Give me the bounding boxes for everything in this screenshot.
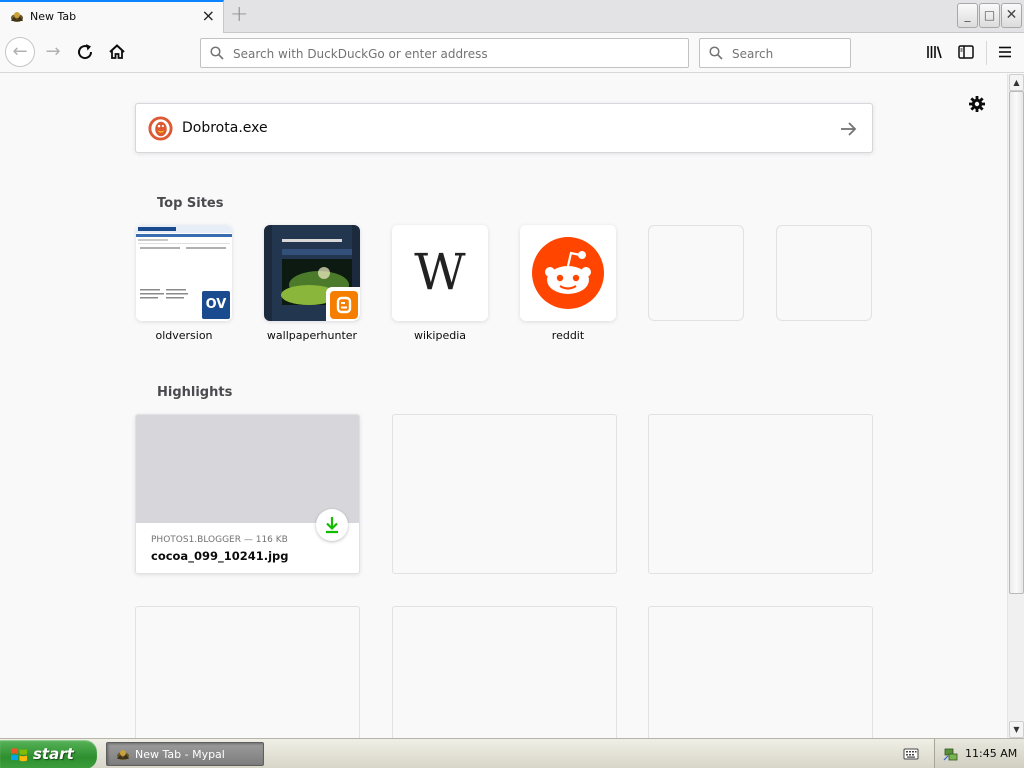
keyboard-icon[interactable]	[903, 747, 919, 761]
top-site-label: oldversion	[155, 329, 213, 342]
top-site-thumbnail	[520, 225, 616, 321]
close-window-button[interactable]: ✕	[1001, 3, 1022, 28]
top-site-thumbnail	[264, 225, 360, 321]
top-site-empty-slot	[776, 225, 872, 329]
oldversion-badge: OV	[200, 289, 232, 321]
toolbar-divider	[986, 41, 987, 65]
mypal-icon	[11, 12, 23, 22]
highlight-empty-slot	[135, 606, 360, 738]
wikipedia-logo: W	[414, 243, 466, 301]
highlights-heading: Highlights	[157, 385, 233, 400]
mypal-icon	[117, 750, 129, 760]
tab-title: New Tab	[30, 10, 77, 23]
windows-taskbar: start New Tab - Mypal 11:45 AM	[0, 738, 1024, 768]
taskbar-item-label: New Tab - Mypal	[135, 748, 225, 761]
library-icon[interactable]	[925, 43, 943, 61]
tab-strip: New Tab × + _ □ ✕	[0, 0, 1024, 33]
maximize-button[interactable]: □	[979, 3, 1000, 28]
highlight-empty-slot	[392, 606, 617, 738]
top-site-wikipedia[interactable]: W wikipedia	[392, 225, 488, 342]
highlight-empty-slot	[648, 414, 873, 574]
hamburger-menu-icon[interactable]	[996, 43, 1014, 61]
top-site-oldversion[interactable]: OV oldversion	[136, 225, 232, 342]
top-site-label: wallpaperhunter	[266, 329, 358, 342]
top-site-label: reddit	[551, 329, 585, 342]
top-site-label: wikipedia	[413, 329, 466, 342]
newtab-search-value: Dobrota.exe	[182, 120, 268, 136]
home-icon[interactable]	[102, 37, 132, 67]
top-site-wallpaperhunter[interactable]: wallpaperhunter	[264, 225, 360, 342]
search-bar[interactable]: Search	[699, 38, 851, 68]
top-site-placeholder	[648, 225, 744, 321]
new-tab-button[interactable]: +	[230, 3, 248, 27]
navigation-toolbar: ← → Search with DuckDuckGo or enter addr…	[0, 33, 1024, 73]
top-site-empty-slot	[648, 225, 744, 329]
start-label: start	[33, 745, 74, 763]
forward-button[interactable]: →	[38, 37, 68, 67]
minimize-button[interactable]: _	[957, 3, 978, 28]
windows-logo-icon	[11, 748, 27, 762]
highlight-image-placeholder	[136, 415, 359, 523]
newtab-search-box[interactable]: Dobrota.exe	[135, 103, 873, 153]
top-site-thumbnail: W	[392, 225, 488, 321]
duckduckgo-icon	[148, 116, 173, 141]
blogger-icon	[330, 291, 358, 319]
tab-close-icon[interactable]: ×	[202, 7, 215, 25]
highlight-meta: PHOTOS1.BLOGGER — 116 KB	[151, 535, 288, 545]
download-icon	[326, 517, 338, 534]
sidebar-icon[interactable]	[957, 43, 975, 61]
top-site-reddit[interactable]: reddit	[520, 225, 616, 342]
reddit-icon	[532, 237, 604, 309]
url-bar-placeholder: Search with DuckDuckGo or enter address	[233, 47, 488, 61]
search-icon	[210, 46, 224, 60]
back-button[interactable]: ←	[5, 37, 35, 67]
scroll-up-button[interactable]: ▲	[1009, 74, 1024, 91]
clock: 11:45 AM	[965, 747, 1018, 760]
system-tray: 11:45 AM	[934, 739, 1024, 768]
highlight-empty-slot	[648, 606, 873, 738]
top-sites-heading: Top Sites	[157, 196, 224, 211]
url-bar[interactable]: Search with DuckDuckGo or enter address	[200, 38, 689, 68]
vertical-scrollbar[interactable]: ▲ ▼	[1007, 74, 1024, 738]
highlight-title: cocoa_099_10241.jpg	[151, 549, 289, 563]
top-site-placeholder	[776, 225, 872, 321]
reload-icon[interactable]	[70, 37, 100, 67]
tab-new-tab[interactable]: New Tab ×	[0, 0, 224, 33]
new-tab-page: Dobrota.exe Top Sites OV oldversion wall…	[0, 74, 1007, 738]
download-badge	[316, 509, 348, 541]
start-button[interactable]: start	[0, 740, 97, 768]
scroll-down-button[interactable]: ▼	[1009, 721, 1024, 738]
window-controls: _ □ ✕	[957, 3, 1022, 28]
highlight-card[interactable]: PHOTOS1.BLOGGER — 116 KB cocoa_099_10241…	[135, 414, 360, 574]
highlight-empty-slot	[392, 414, 617, 574]
top-site-thumbnail: OV	[136, 225, 232, 321]
taskbar-item-mypal[interactable]: New Tab - Mypal	[106, 742, 264, 766]
scrollbar-thumb[interactable]	[1009, 91, 1024, 594]
arrow-right-icon[interactable]	[838, 119, 858, 139]
gear-icon[interactable]	[967, 94, 987, 114]
search-icon	[709, 46, 723, 60]
network-icon[interactable]	[943, 746, 959, 762]
search-bar-placeholder: Search	[732, 47, 774, 61]
